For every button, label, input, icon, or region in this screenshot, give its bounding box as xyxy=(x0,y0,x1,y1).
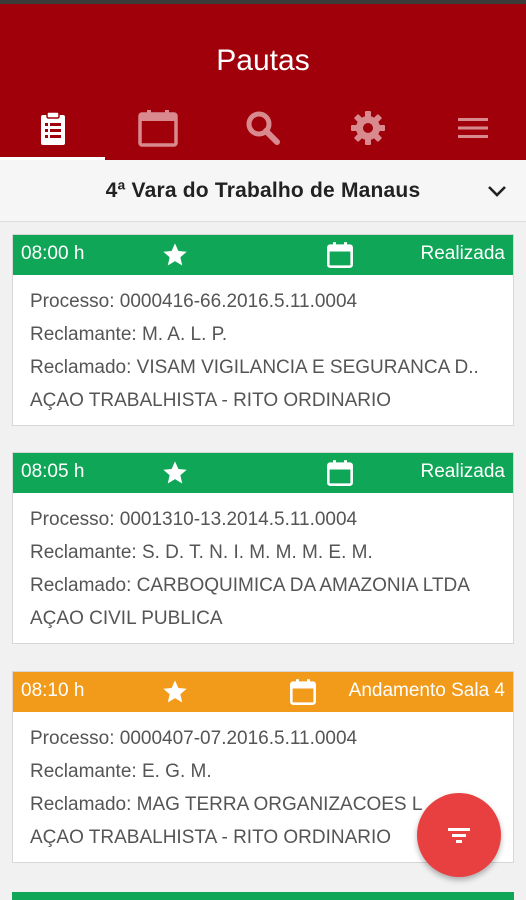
processo-text: Processo: 0000407-07.2016.5.11.0004 xyxy=(30,728,358,749)
app-bar: Pautas xyxy=(0,4,526,160)
star-icon[interactable] xyxy=(161,678,189,706)
hearing-card[interactable] xyxy=(12,892,514,900)
search-icon xyxy=(246,111,280,145)
tab-settings[interactable] xyxy=(316,96,421,160)
acao-text: AÇAO TRABALHISTA - RITO ORDINARIO xyxy=(30,390,392,411)
reclamado-text: Reclamado: CARBOQUIMICA DA AMAZONIA LTDA xyxy=(30,575,470,596)
tab-calendar[interactable] xyxy=(105,96,210,160)
court-selector[interactable]: 4ª Vara do Trabalho de Manaus xyxy=(0,160,526,222)
calendar-icon[interactable] xyxy=(326,459,354,487)
card-header: 08:10 h Andamento Sala 4 xyxy=(13,672,513,712)
tab-search[interactable] xyxy=(210,96,315,160)
card-header: 08:00 h Realizada xyxy=(13,235,513,275)
acao-text: AÇAO CIVIL PUBLICA xyxy=(30,608,223,629)
star-icon[interactable] xyxy=(161,459,189,487)
gear-icon xyxy=(351,111,386,145)
reclamante-text: Reclamante: M. A. L. P. xyxy=(30,324,228,345)
processo-text: Processo: 0001310-13.2014.5.11.0004 xyxy=(30,509,358,530)
card-time: 08:00 h xyxy=(21,243,85,264)
star-icon[interactable] xyxy=(161,241,189,269)
status-badge: Realizada xyxy=(420,243,506,264)
processo-text: Processo: 0000416-66.2016.5.11.0004 xyxy=(30,291,358,312)
menu-icon xyxy=(458,118,489,138)
reclamante-text: Reclamante: S. D. T. N. I. M. M. M. E. M… xyxy=(30,542,373,563)
card-header: 08:05 h Realizada xyxy=(13,453,513,493)
reclamado-text: Reclamado: VISAM VIGILANCIA E SEGURANCA … xyxy=(30,357,479,378)
reclamante-text: Reclamante: E. G. M. xyxy=(30,761,212,782)
filter-button[interactable] xyxy=(417,793,501,877)
hearing-card[interactable]: 08:05 h Realizada Processo: 0001310-13.2… xyxy=(12,452,514,644)
tab-bar xyxy=(0,96,526,160)
tab-pautas[interactable] xyxy=(0,96,106,160)
calendar-icon[interactable] xyxy=(289,678,317,706)
filter-icon xyxy=(448,828,470,843)
card-body: Processo: 0000416-66.2016.5.11.0004 Recl… xyxy=(13,275,513,417)
card-body: Processo: 0001310-13.2014.5.11.0004 Recl… xyxy=(13,493,513,635)
calendar-icon[interactable] xyxy=(326,241,354,269)
court-selector-label: 4ª Vara do Trabalho de Manaus xyxy=(105,178,421,202)
status-badge: Realizada xyxy=(420,461,506,482)
chevron-down-icon xyxy=(488,186,506,197)
card-time: 08:05 h xyxy=(21,461,85,482)
hearing-card[interactable]: 08:00 h Realizada Processo: 0000416-66.2… xyxy=(12,234,514,426)
card-time: 08:10 h xyxy=(21,680,85,701)
status-badge: Andamento Sala 4 xyxy=(348,680,505,701)
tab-menu[interactable] xyxy=(421,96,526,160)
page-title: Pautas xyxy=(216,44,310,77)
calendar-icon xyxy=(138,110,178,147)
clipboard-icon xyxy=(40,111,65,145)
